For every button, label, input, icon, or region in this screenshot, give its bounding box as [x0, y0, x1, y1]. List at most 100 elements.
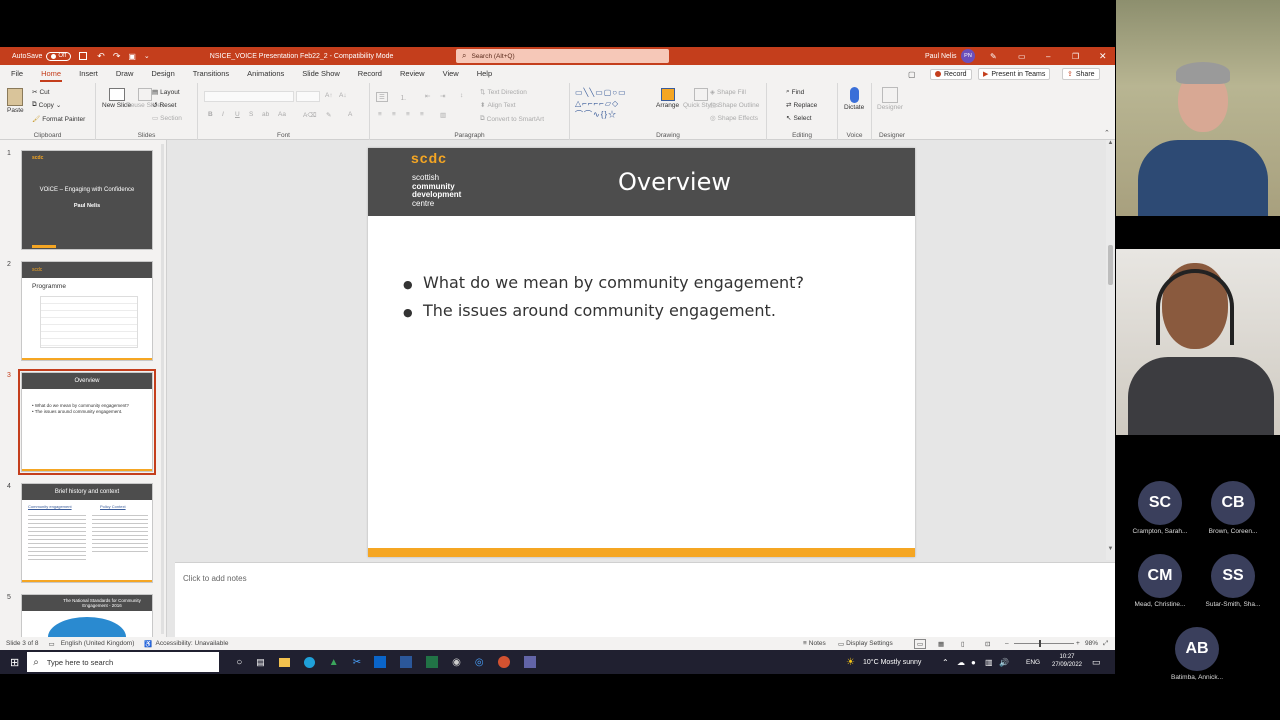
thumb-pane-scrollbar[interactable]: [161, 144, 164, 634]
cut-button[interactable]: ✂ Cut: [32, 88, 50, 97]
collapse-ribbon-icon[interactable]: ⌃: [1104, 129, 1110, 137]
align-right-icon[interactable]: ≡: [406, 111, 410, 118]
tab-help[interactable]: Help: [468, 65, 501, 83]
numbering-icon[interactable]: ⒈: [400, 92, 407, 102]
normal-view-icon[interactable]: ▭: [914, 638, 927, 649]
present-in-teams-button[interactable]: ▶ Present in Teams: [978, 68, 1051, 80]
minimize-icon[interactable]: –: [1046, 52, 1050, 61]
scroll-up-icon[interactable]: ▲: [1106, 140, 1115, 146]
tab-slide-show[interactable]: Slide Show: [293, 65, 349, 83]
tab-review[interactable]: Review: [391, 65, 434, 83]
char-spacing-icon[interactable]: ab: [262, 111, 269, 118]
italic-icon[interactable]: I: [222, 111, 224, 118]
outlook-icon[interactable]: [374, 656, 387, 668]
reading-view-icon[interactable]: ▯: [961, 640, 965, 648]
text-direction-button[interactable]: ⇅ Text Direction: [480, 88, 527, 97]
snip-icon[interactable]: ✂: [353, 657, 361, 668]
participant-avatar[interactable]: CM: [1138, 554, 1182, 598]
format-painter-button[interactable]: 🖌 Format Painter: [32, 115, 85, 124]
edge-icon[interactable]: [303, 656, 315, 668]
columns-icon[interactable]: ▥: [440, 111, 446, 119]
increase-indent-icon[interactable]: ⇥: [440, 92, 445, 100]
paste-button[interactable]: Paste: [7, 88, 24, 114]
font-color-icon[interactable]: A: [348, 111, 352, 118]
participant-video-presenter[interactable]: [1116, 0, 1280, 216]
redo-icon[interactable]: ↷: [113, 51, 121, 62]
customize-qat-icon[interactable]: ⌄: [144, 52, 150, 60]
ribbon-display-icon[interactable]: ▭: [1018, 52, 1026, 61]
document-title[interactable]: NSICE_VOICE Presentation Feb22_2 - Compa…: [210, 53, 394, 60]
record-button[interactable]: Record: [930, 68, 972, 80]
participant-avatar[interactable]: CB: [1211, 481, 1255, 525]
underline-icon[interactable]: U: [235, 111, 240, 118]
select-button[interactable]: ↖ Select: [786, 114, 812, 123]
wifi-icon[interactable]: ▥: [985, 658, 993, 667]
save-icon[interactable]: [79, 52, 88, 60]
tab-file[interactable]: File: [2, 65, 32, 83]
convert-smartart-button[interactable]: ⧉ Convert to SmartArt: [480, 115, 544, 123]
accessibility-status[interactable]: Accessibility: Unavailable: [155, 640, 228, 647]
participant-avatar[interactable]: SC: [1138, 481, 1182, 525]
participant-avatar[interactable]: AB: [1175, 627, 1219, 671]
search-box[interactable]: ⌕ Search (Alt+Q): [456, 49, 669, 63]
zoom-out-icon[interactable]: –: [1005, 640, 1009, 647]
designer-button[interactable]: Designer: [877, 87, 903, 111]
tab-view[interactable]: View: [434, 65, 468, 83]
zoom-level[interactable]: 98%: [1085, 640, 1098, 647]
pen-icon[interactable]: ✎: [990, 52, 997, 61]
reset-button[interactable]: ↺ Reset: [152, 101, 176, 110]
shape-fill-button[interactable]: ◈ Shape Fill: [710, 88, 746, 97]
teams-icon[interactable]: [523, 656, 536, 668]
windows-start-icon[interactable]: ⊞: [10, 656, 19, 669]
close-icon[interactable]: ✕: [1099, 51, 1107, 62]
volume-icon[interactable]: 🔊: [999, 658, 1009, 667]
powerpoint-icon[interactable]: [497, 656, 510, 668]
drive-icon[interactable]: ▲: [329, 657, 339, 668]
align-left-icon[interactable]: ≡: [378, 111, 382, 118]
notes-toggle[interactable]: ≡ Notes: [803, 640, 826, 647]
grow-font-icon[interactable]: A↑: [325, 92, 333, 99]
comments-icon[interactable]: ▢: [908, 70, 916, 79]
scroll-down-icon[interactable]: ▼: [1106, 546, 1115, 552]
zoom-in-icon[interactable]: +: [1076, 640, 1080, 647]
clock[interactable]: 10:27 27/09/2022: [1048, 653, 1086, 669]
arrange-button[interactable]: Arrange: [656, 88, 679, 109]
taskbar-search[interactable]: ⌕ Type here to search: [27, 652, 220, 672]
share-button[interactable]: ⇪ Share: [1062, 68, 1100, 80]
slide-title[interactable]: Overview: [618, 168, 731, 196]
slide-thumbnail-4[interactable]: Brief history and context Community enga…: [21, 483, 153, 583]
tab-insert[interactable]: Insert: [70, 65, 107, 83]
user-name[interactable]: Paul Nelis: [925, 53, 957, 60]
clear-format-icon[interactable]: A⌫: [303, 111, 317, 119]
align-center-icon[interactable]: ≡: [392, 111, 396, 118]
strikethrough-icon[interactable]: S: [249, 111, 253, 118]
line-spacing-icon[interactable]: ↕: [460, 92, 463, 99]
scroll-thumb[interactable]: [1108, 245, 1113, 285]
file-explorer-icon[interactable]: [278, 657, 290, 667]
replace-button[interactable]: ⇄ Replace: [786, 101, 817, 110]
tab-animations[interactable]: Animations: [238, 65, 293, 83]
decrease-indent-icon[interactable]: ⇤: [425, 92, 430, 100]
dictate-button[interactable]: Dictate: [844, 87, 864, 111]
zoom-slider[interactable]: [1014, 640, 1074, 647]
slide-thumbnail-2[interactable]: scdc Programme: [21, 261, 153, 361]
shrink-font-icon[interactable]: A↓: [339, 92, 347, 99]
shape-outline-button[interactable]: ▢ Shape Outline: [710, 101, 759, 110]
highlight-icon[interactable]: ✎: [326, 111, 331, 119]
font-name-dropdown[interactable]: [204, 91, 294, 102]
participant-avatar[interactable]: SS: [1211, 554, 1255, 598]
fit-slide-icon[interactable]: ⤢: [1103, 640, 1108, 648]
network-icon[interactable]: ☁: [957, 658, 965, 667]
notes-pane[interactable]: Click to add notes: [175, 562, 1115, 637]
whiteboard-icon[interactable]: ◎: [475, 657, 484, 668]
undo-icon[interactable]: ↶: [97, 51, 105, 62]
tab-transitions[interactable]: Transitions: [184, 65, 238, 83]
input-language[interactable]: ENG: [1026, 659, 1040, 666]
onenote-icon[interactable]: ◉: [452, 657, 461, 668]
tab-record[interactable]: Record: [349, 65, 391, 83]
autosave-toggle[interactable]: Off: [46, 51, 72, 61]
change-case-icon[interactable]: Aa: [278, 111, 286, 118]
find-button[interactable]: ⌕ Find: [786, 88, 804, 96]
tab-design[interactable]: Design: [142, 65, 183, 83]
bold-icon[interactable]: B: [208, 111, 213, 118]
